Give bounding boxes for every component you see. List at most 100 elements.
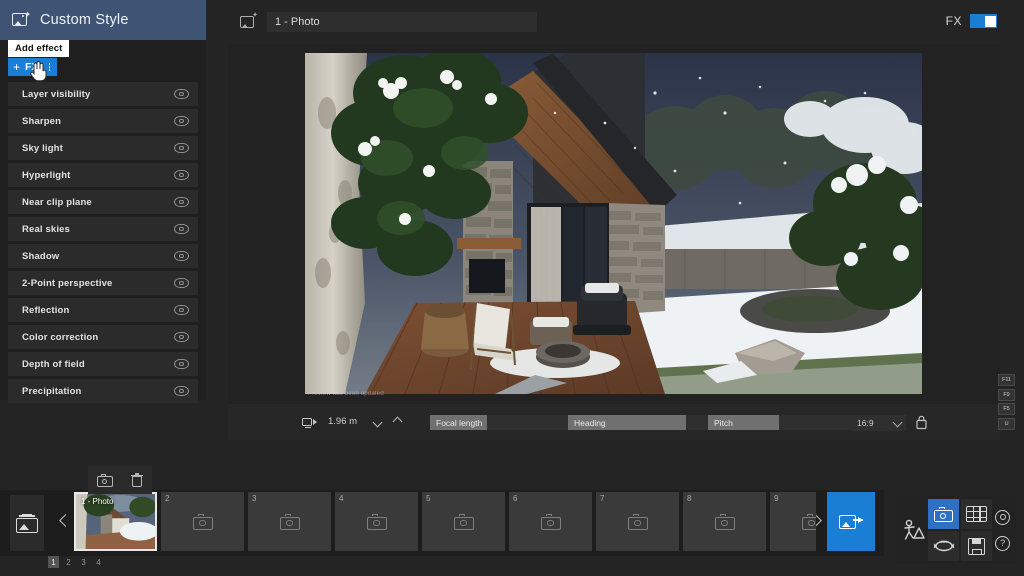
movie-mode-button[interactable] (961, 499, 992, 529)
effect-visibility-icon[interactable] (174, 251, 189, 261)
photo-slot-label: 1 - Photo (81, 497, 113, 506)
height-decrease-icon[interactable] (373, 417, 382, 426)
mode-panel: 360 ? (896, 496, 1016, 564)
effect-visibility-icon[interactable] (174, 170, 189, 180)
photo-slot-number: 6 (513, 494, 517, 503)
pitch-slider[interactable]: Pitch (708, 415, 868, 430)
photo-slot-number: 9 (774, 494, 778, 503)
panorama-mode-button[interactable]: 360 (928, 531, 959, 561)
photo-slot-empty[interactable]: 4 (335, 492, 418, 551)
help-button[interactable]: ? (995, 536, 1010, 551)
effect-visibility-icon[interactable] (174, 332, 189, 342)
effect-item[interactable]: Color correction (8, 325, 198, 349)
effect-item[interactable]: Near clip plane (8, 190, 198, 214)
function-key-button[interactable]: F11 (998, 374, 1015, 386)
function-key-label: F11 (1002, 377, 1011, 383)
photo-slot-number: 3 (252, 494, 256, 503)
camera-height-value[interactable]: 1.96 m (328, 416, 362, 427)
effect-item[interactable]: Shadow (8, 244, 198, 268)
heading-fill: Heading (568, 415, 686, 430)
pitch-label: Pitch (714, 418, 733, 428)
effect-visibility-icon[interactable] (174, 224, 189, 234)
effect-item[interactable]: Depth of field (8, 352, 198, 376)
gear-icon (1000, 514, 1006, 520)
effect-item[interactable]: Layer visibility (8, 82, 198, 106)
render-viewport[interactable]: Preview has been updated (228, 44, 1000, 404)
effect-options-kebab-icon[interactable] (45, 60, 54, 74)
height-increase-icon[interactable] (393, 417, 402, 426)
save-icon (968, 538, 985, 555)
pitch-fill: Pitch (708, 415, 779, 430)
effect-item[interactable]: 2-Point perspective (8, 271, 198, 295)
effect-label: Near clip plane (22, 197, 92, 208)
fx-toggle-switch[interactable] (970, 14, 997, 28)
aspect-ratio-dropdown[interactable]: 16:9 (852, 415, 906, 431)
panorama-mode-icon: 360 (933, 539, 955, 553)
empty-slot-camera-icon (367, 514, 387, 530)
photo-slot-empty[interactable]: 3 (248, 492, 331, 551)
camera-settings-bar: 1.96 m Focal length Heading Pitch 16:9 (228, 404, 1000, 440)
photo-name-value: 1 - Photo (275, 16, 320, 28)
photo-slot-empty[interactable]: 6 (509, 492, 592, 551)
effect-label: Shadow (22, 251, 59, 262)
chevron-left-icon (61, 516, 70, 525)
photo-mode-button[interactable] (928, 499, 959, 529)
effect-visibility-icon[interactable] (174, 197, 189, 207)
filmstrip-page-button[interactable]: 1 (48, 556, 59, 568)
empty-slot-camera-icon (454, 514, 474, 530)
empty-slot-camera-icon (280, 514, 300, 530)
effect-item[interactable]: Reflection (8, 298, 198, 322)
effect-visibility-icon[interactable] (174, 116, 189, 126)
effect-visibility-icon[interactable] (174, 386, 189, 396)
custom-style-title: Custom Style (40, 12, 129, 28)
save-photo-icon[interactable] (97, 474, 113, 487)
gallery-button[interactable] (10, 495, 44, 551)
photo-slot-number: 2 (165, 494, 169, 503)
delete-photo-icon[interactable] (131, 473, 143, 487)
photo-slot-empty[interactable]: 5 (422, 492, 505, 551)
filmstrip-prev-button[interactable] (56, 508, 74, 532)
photo-slot-empty[interactable]: 2 (161, 492, 244, 551)
effect-item[interactable]: Sky light (8, 136, 198, 160)
build-mode-button[interactable] (899, 499, 928, 561)
add-effect-label: FX (25, 61, 38, 73)
effect-visibility-icon[interactable] (174, 278, 189, 288)
effect-visibility-icon[interactable] (174, 305, 189, 315)
effect-item[interactable]: Real skies (8, 217, 198, 241)
effect-visibility-icon[interactable] (174, 359, 189, 369)
effect-label: Reflection (22, 305, 69, 316)
effect-visibility-icon[interactable] (174, 143, 189, 153)
help-icon: ? (1000, 539, 1005, 548)
filmstrip-page-button[interactable]: 3 (78, 556, 89, 568)
effect-visibility-icon[interactable] (174, 89, 189, 99)
settings-button[interactable] (995, 510, 1010, 525)
effect-label: Hyperlight (22, 170, 70, 181)
function-key-buttons: F11 F9 F5 U (998, 374, 1015, 430)
filmstrip-page-button[interactable]: 4 (93, 556, 104, 568)
function-key-button[interactable]: U (998, 418, 1015, 430)
mode-panel-right: ? (992, 499, 1013, 561)
function-key-button[interactable]: F9 (998, 389, 1015, 401)
empty-slot-camera-icon (802, 514, 817, 530)
svg-text:360: 360 (940, 539, 947, 544)
effect-item[interactable]: Precipitation (8, 379, 198, 403)
photo-slot-empty[interactable]: 9 (770, 492, 816, 551)
photo-slot-empty[interactable]: 7 (596, 492, 679, 551)
save-button[interactable] (961, 531, 992, 561)
filmstrip-pagination: 1234 (48, 556, 104, 568)
focal-length-slider[interactable]: Focal length (430, 415, 585, 430)
effect-item[interactable]: Sharpen (8, 109, 198, 133)
effect-label: Depth of field (22, 359, 85, 370)
effect-label: Layer visibility (22, 89, 90, 100)
filmstrip-page-button[interactable]: 2 (63, 556, 74, 568)
render-export-button[interactable] (827, 492, 875, 551)
photo-name-input[interactable]: 1 - Photo (267, 12, 537, 32)
function-key-button[interactable]: F5 (998, 403, 1015, 415)
effect-label: Precipitation (22, 386, 82, 397)
effect-item[interactable]: Hyperlight (8, 163, 198, 187)
photo-slot-empty[interactable]: 8 (683, 492, 766, 551)
fx-toggle-group: FX (946, 14, 997, 28)
aspect-lock-icon[interactable] (915, 415, 928, 430)
photo-mode-icon (934, 507, 953, 522)
photo-slot-filled[interactable]: 1 - Photo (74, 492, 157, 551)
